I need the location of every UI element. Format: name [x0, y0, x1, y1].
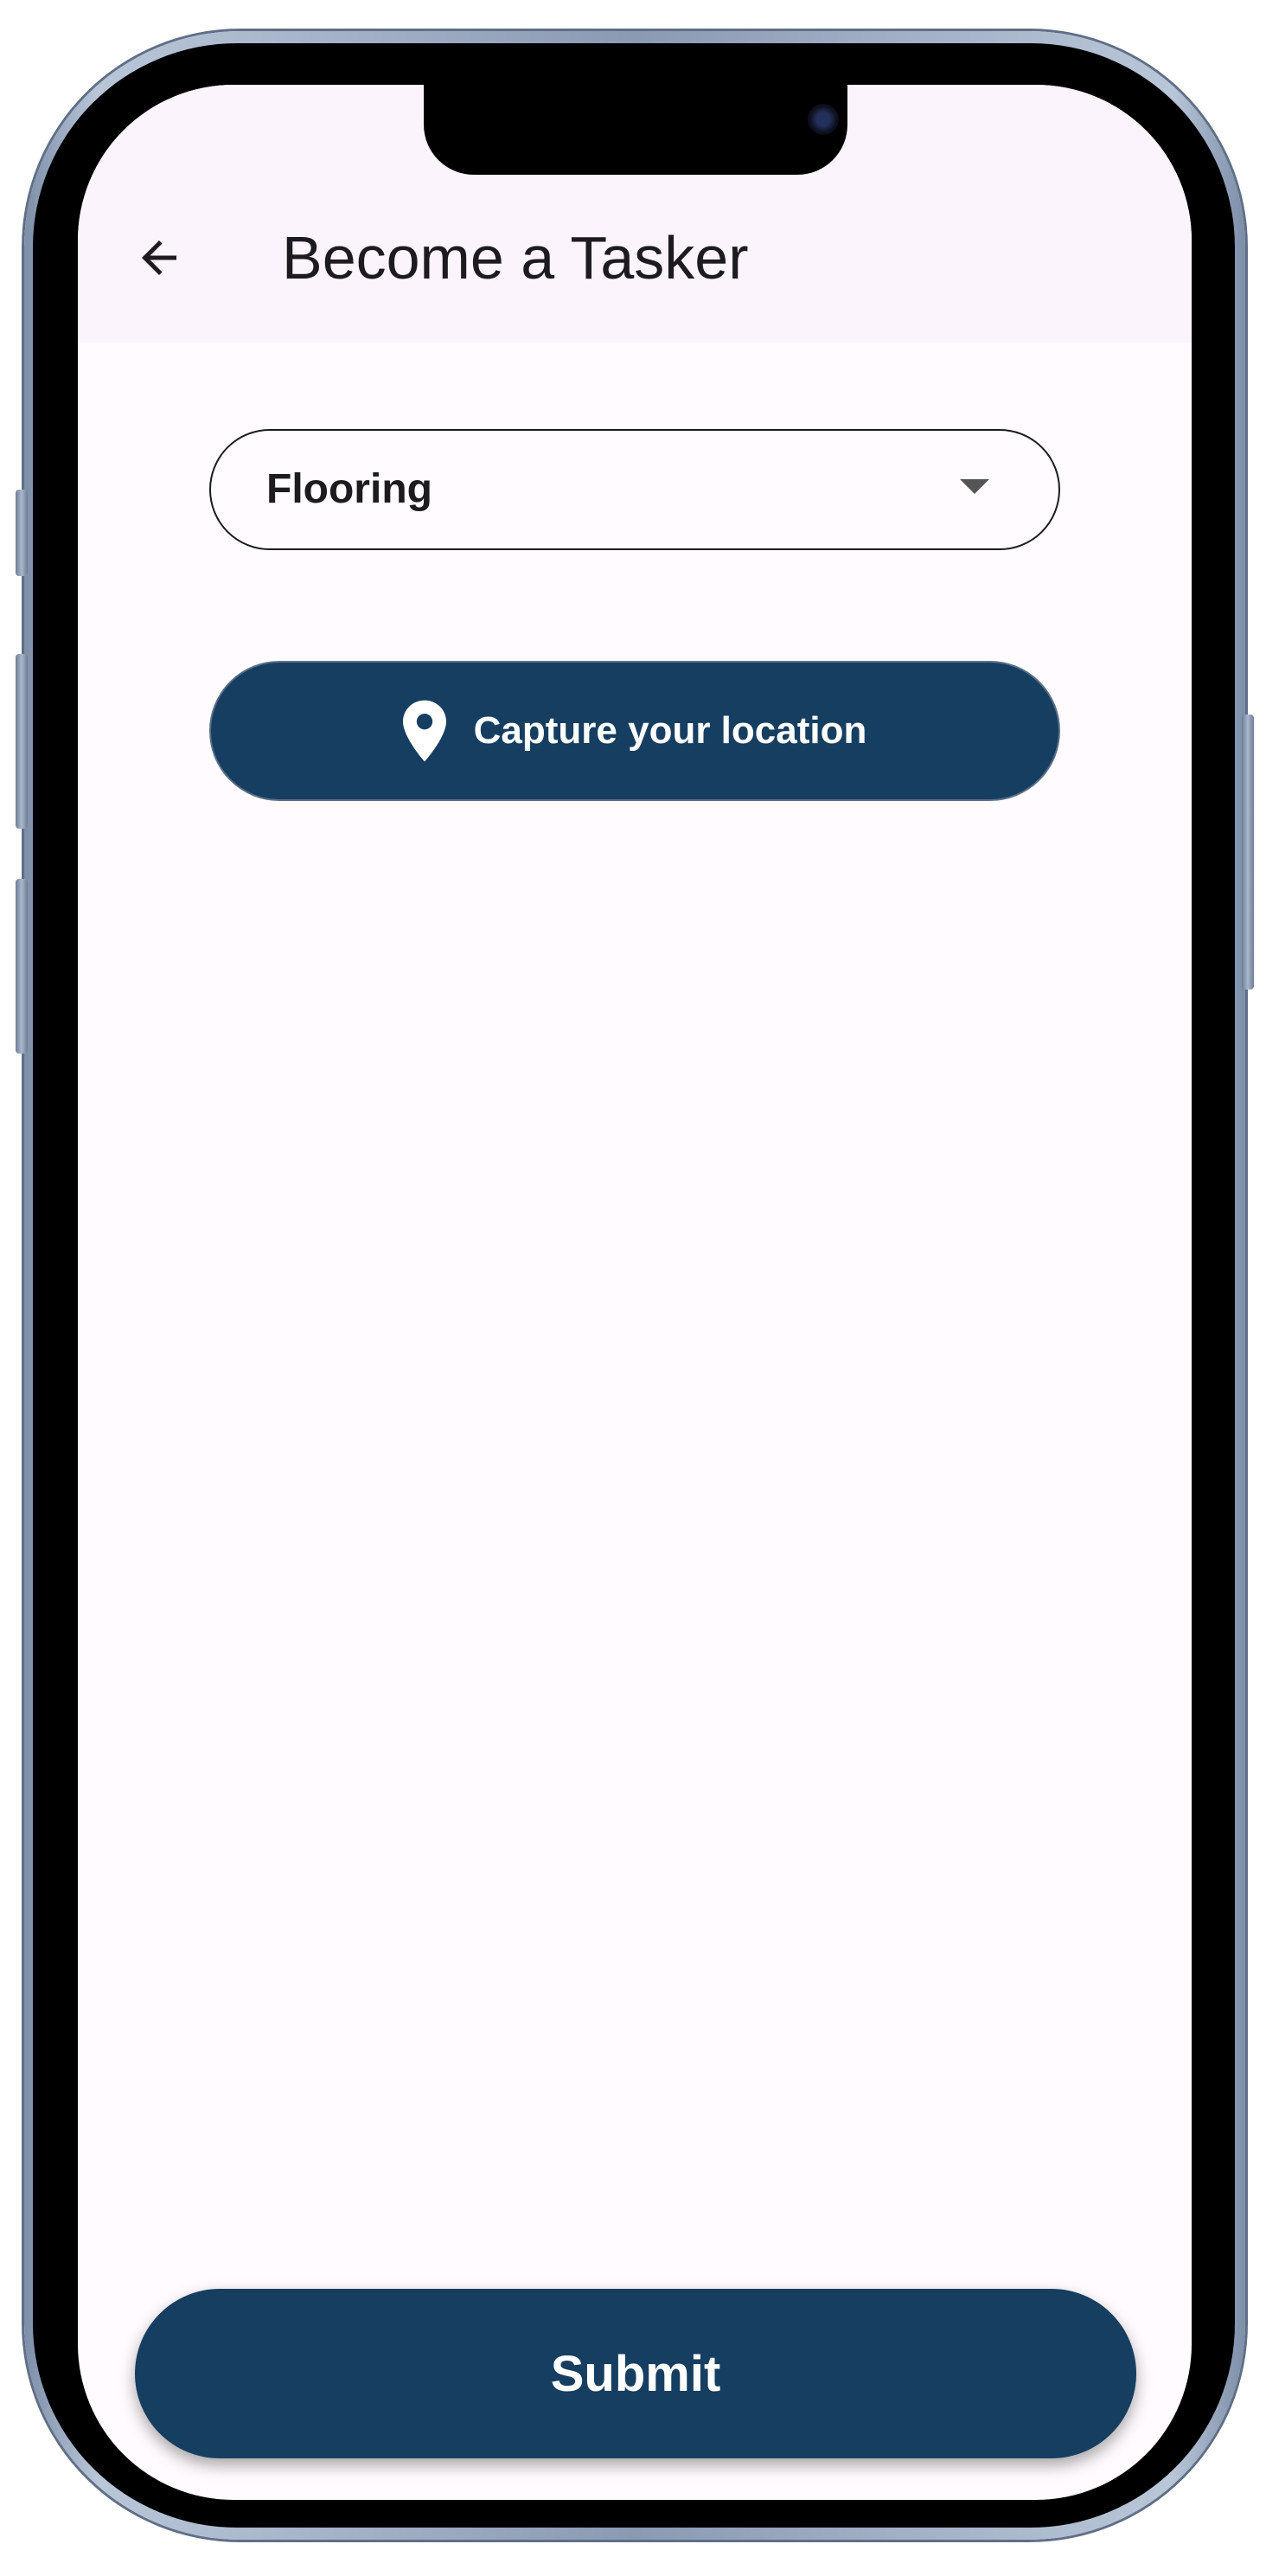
capture-location-label: Capture your location — [473, 709, 867, 752]
location-pin-icon — [402, 700, 446, 762]
category-dropdown[interactable]: Flooring — [209, 429, 1060, 550]
category-dropdown-value: Flooring — [266, 466, 432, 512]
page-title: Become a Tasker — [282, 224, 749, 292]
front-camera — [808, 104, 839, 135]
back-button[interactable] — [125, 223, 194, 292]
side-button-volume-down — [16, 879, 28, 1054]
dropdown-triangle-icon — [960, 479, 989, 494]
side-button-volume-up — [16, 654, 28, 829]
arrow-back-icon — [142, 240, 176, 275]
side-button-silent — [16, 490, 28, 576]
app-screen: Become a Tasker Flooring Capture your lo… — [78, 85, 1192, 2500]
capture-location-button[interactable]: Capture your location — [209, 661, 1060, 801]
side-button-power — [1242, 714, 1254, 990]
camera-notch — [424, 85, 847, 175]
submit-label: Submit — [550, 2345, 721, 2402]
submit-button[interactable]: Submit — [135, 2289, 1136, 2458]
